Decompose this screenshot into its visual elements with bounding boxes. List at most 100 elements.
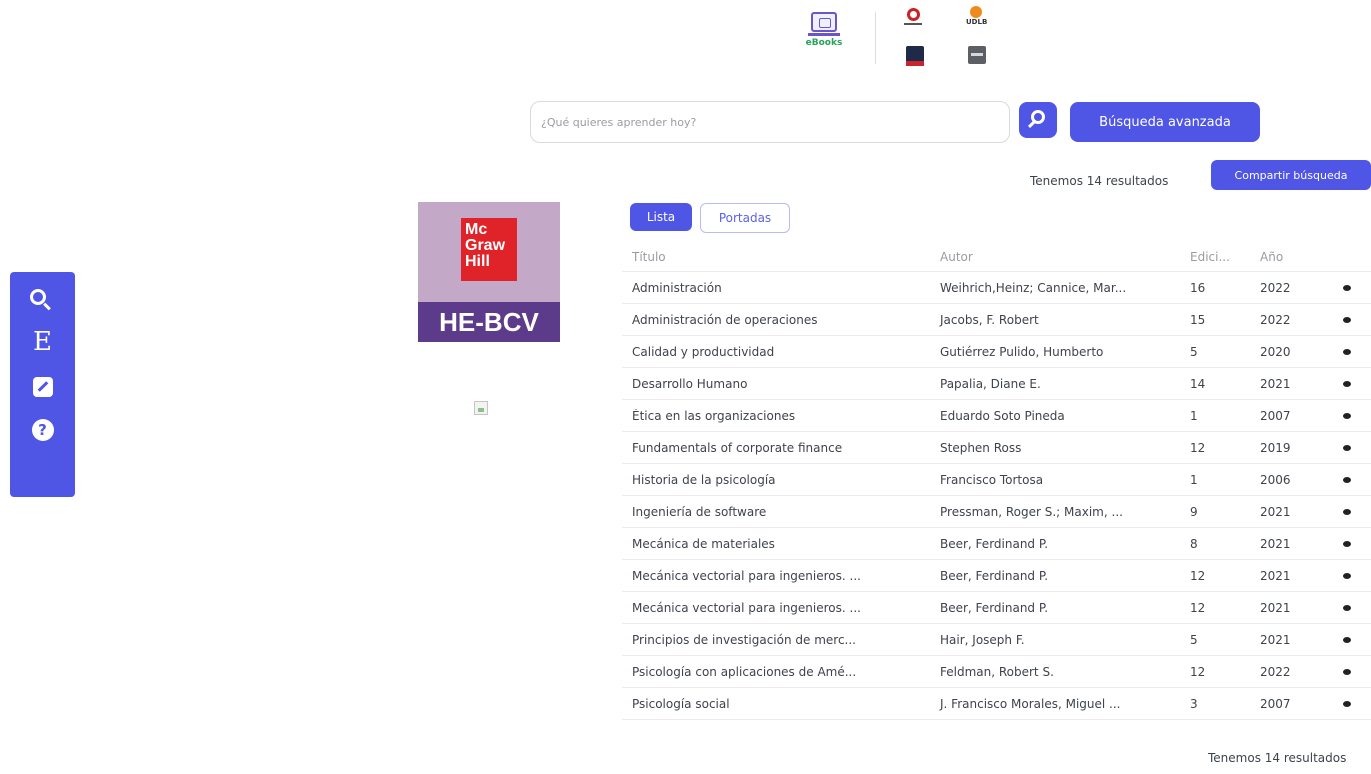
view-book-button[interactable] — [1322, 412, 1371, 419]
orange-dot-logo-icon[interactable]: UDLB — [966, 6, 988, 26]
book-edition: 12 — [1190, 440, 1206, 455]
toolbar-edit-button[interactable] — [10, 367, 75, 407]
book-author: Beer, Ferdinand P. — [940, 568, 1049, 583]
view-book-button[interactable] — [1322, 348, 1371, 355]
help-icon: ? — [31, 419, 54, 441]
view-book-button[interactable] — [1322, 380, 1371, 387]
book-year: 2021 — [1260, 504, 1291, 519]
covers-view-button[interactable]: Portadas — [700, 203, 790, 233]
book-title: Desarrollo Humano — [632, 376, 748, 391]
book-author: Beer, Ferdinand P. — [940, 600, 1049, 615]
eye-icon — [1342, 348, 1351, 355]
eye-icon — [1342, 668, 1351, 675]
collection-logo: Mc Graw Hill HE-BCV — [418, 202, 560, 342]
book-title: Mecánica de materiales — [632, 536, 775, 551]
share-search-button[interactable]: Compartir búsqueda — [1211, 160, 1371, 190]
book-author: Gutiérrez Pulido, Humberto — [940, 344, 1104, 359]
table-header: Título Autor Edici... Año — [622, 242, 1371, 272]
table-row[interactable]: Administración de operaciones Jacobs, F. … — [622, 304, 1371, 336]
ebooks-logo[interactable]: eBooks — [800, 12, 848, 62]
eye-icon — [1342, 444, 1351, 451]
book-year: 2021 — [1260, 536, 1291, 551]
view-book-button[interactable] — [1322, 476, 1371, 483]
toolbar-e-button[interactable]: E — [10, 322, 75, 362]
book-author: Francisco Tortosa — [940, 472, 1044, 487]
book-year: 2021 — [1260, 376, 1291, 391]
table-row[interactable]: Administración Weihrich,Heinz; Cannice, M… — [622, 272, 1371, 304]
eye-icon — [1342, 316, 1351, 323]
book-title: Mecánica vectorial para ingenieros. ... — [632, 600, 861, 615]
book-title: Historia de la psicología — [632, 472, 776, 487]
table-row[interactable]: Mecánica vectorial para ingenieros. ... B… — [622, 560, 1371, 592]
floating-toolbar: E ? — [10, 272, 75, 497]
results-count-bottom: Tenemos 14 resultados — [1208, 751, 1347, 765]
book-year: 2007 — [1260, 408, 1291, 423]
table-row[interactable]: Ética en las organizaciones Eduardo Soto … — [622, 400, 1371, 432]
table-row[interactable]: Historia de la psicología Francisco Torto… — [622, 464, 1371, 496]
eye-icon — [1342, 572, 1351, 579]
dark-blue-logo-icon[interactable] — [906, 46, 924, 66]
column-header-edition[interactable]: Edici... — [1182, 250, 1252, 264]
book-year: 2006 — [1260, 472, 1291, 487]
red-ring-logo-icon[interactable] — [903, 8, 923, 28]
book-author: Eduardo Soto Pineda — [940, 408, 1065, 423]
logo-divider — [875, 12, 876, 64]
view-book-button[interactable] — [1322, 572, 1371, 579]
book-edition: 12 — [1190, 664, 1206, 679]
eye-icon — [1342, 412, 1351, 419]
results-count: Tenemos 14 resultados — [1030, 174, 1169, 188]
view-book-button[interactable] — [1322, 508, 1371, 515]
table-row[interactable]: Desarrollo Humano Papalia, Diane E. 14 2021 — [622, 368, 1371, 400]
table-row[interactable]: Mecánica vectorial para ingenieros. ... B… — [622, 592, 1371, 624]
table-row[interactable]: Principios de investigación de merc... Ha… — [622, 624, 1371, 656]
view-book-button[interactable] — [1322, 668, 1371, 675]
list-view-button[interactable]: Lista — [630, 203, 692, 231]
view-book-button[interactable] — [1322, 700, 1371, 707]
book-edition: 16 — [1190, 280, 1206, 295]
book-edition: 15 — [1190, 312, 1206, 327]
table-row[interactable]: Calidad y productividad Gutiérrez Pulido,… — [622, 336, 1371, 368]
view-book-button[interactable] — [1322, 604, 1371, 611]
table-row[interactable]: Mecánica de materiales Beer, Ferdinand P.… — [622, 528, 1371, 560]
search-field[interactable] — [530, 101, 1010, 143]
column-header-author[interactable]: Autor — [932, 250, 1182, 264]
eye-icon — [1342, 700, 1351, 707]
search-input[interactable] — [531, 102, 1009, 142]
edit-icon — [32, 377, 53, 397]
book-title: Ética en las organizaciones — [632, 408, 796, 423]
table-row[interactable]: Psicología social J. Francisco Morales, M… — [622, 688, 1371, 720]
results-table: Título Autor Edici... Año Administración… — [622, 242, 1371, 720]
book-year: 2021 — [1260, 568, 1291, 583]
view-book-button[interactable] — [1322, 636, 1371, 643]
view-book-button[interactable] — [1322, 316, 1371, 323]
eye-icon — [1342, 604, 1351, 611]
book-year: 2021 — [1260, 600, 1291, 615]
book-title: Calidad y productividad — [632, 344, 775, 359]
book-year: 2022 — [1260, 312, 1291, 327]
view-book-button[interactable] — [1322, 284, 1371, 291]
view-toggle: Lista Portadas — [630, 203, 790, 233]
table-row[interactable]: Psicología con aplicaciones de Amé... Fel… — [622, 656, 1371, 688]
broken-image-icon — [474, 401, 488, 415]
advanced-search-button[interactable]: Búsqueda avanzada — [1070, 102, 1260, 142]
view-book-button[interactable] — [1322, 444, 1371, 451]
toolbar-search-button[interactable] — [10, 280, 75, 320]
book-author: J. Francisco Morales, Miguel ... — [940, 696, 1121, 711]
book-title: Administración de operaciones — [632, 312, 818, 327]
table-row[interactable]: Fundamentals of corporate finance Stephen… — [622, 432, 1371, 464]
eye-icon — [1342, 380, 1351, 387]
gray-logo-icon[interactable] — [968, 46, 986, 64]
toolbar-help-button[interactable]: ? — [10, 410, 75, 450]
book-title: Ingeniería de software — [632, 504, 767, 519]
search-button[interactable] — [1019, 102, 1057, 138]
eye-icon — [1342, 636, 1351, 643]
column-header-title[interactable]: Título — [622, 250, 932, 264]
view-book-button[interactable] — [1322, 540, 1371, 547]
book-author: Stephen Ross — [940, 440, 1022, 455]
book-author: Weihrich,Heinz; Cannice, Mar... — [940, 280, 1127, 295]
table-body: Administración Weihrich,Heinz; Cannice, M… — [622, 272, 1371, 720]
column-header-year[interactable]: Año — [1252, 250, 1322, 264]
book-edition: 8 — [1190, 536, 1198, 551]
partner-logo-text: UDLB — [966, 18, 988, 26]
table-row[interactable]: Ingeniería de software Pressman, Roger S.… — [622, 496, 1371, 528]
